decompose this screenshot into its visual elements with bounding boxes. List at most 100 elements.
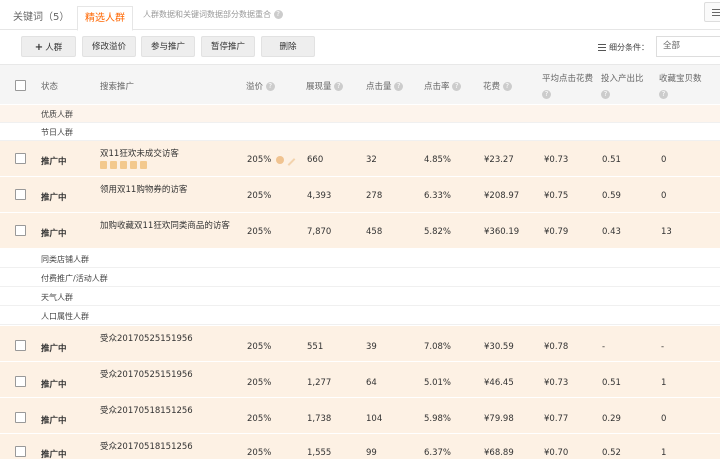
ctr-value: 4.85% bbox=[424, 155, 452, 165]
toolbar: + 人群 修改溢价 参与推广 暂停推广 删除 细分条件： 全部 bbox=[0, 30, 720, 63]
col-premium[interactable]: 溢价 ? bbox=[246, 80, 275, 92]
row-checkbox[interactable] bbox=[15, 376, 26, 387]
col-roi[interactable]: 投入产出比? bbox=[601, 72, 644, 99]
impressions-value: 4,393 bbox=[307, 191, 332, 201]
help-icon[interactable]: ? bbox=[502, 82, 512, 91]
col-premium-label: 溢价 bbox=[246, 82, 264, 92]
help-icon[interactable]: ? bbox=[601, 90, 610, 99]
col-search: 搜索推广 bbox=[100, 82, 135, 92]
roi-value: 0.52 bbox=[602, 448, 621, 458]
modify-bid-button[interactable]: 修改溢价 bbox=[82, 36, 136, 57]
help-icon[interactable]: ? bbox=[273, 10, 283, 19]
help-icon[interactable]: ? bbox=[659, 90, 668, 99]
help-icon[interactable]: ? bbox=[265, 82, 275, 91]
table-row: 推广中 受众20170518151256 205% 1,555 99 6.37%… bbox=[0, 434, 720, 460]
clicks-value: 39 bbox=[366, 342, 377, 352]
cost-value: ¥208.97 bbox=[484, 191, 520, 201]
avg-cpc-value: ¥0.70 bbox=[544, 448, 569, 458]
user-icon[interactable] bbox=[276, 156, 284, 164]
col-cost[interactable]: 花费 ? bbox=[483, 80, 512, 92]
delete-button[interactable]: 删除 bbox=[261, 36, 315, 57]
col-impressions-label: 展现量 bbox=[306, 82, 332, 92]
impressions-value: 1,277 bbox=[307, 378, 332, 388]
roi-value: 0.59 bbox=[602, 191, 621, 201]
report-icon[interactable] bbox=[100, 161, 107, 169]
tab-keywords[interactable]: 关键词（5） bbox=[6, 6, 76, 30]
col-clicks-label: 点击量 bbox=[366, 82, 392, 92]
roi-value: 0.29 bbox=[602, 414, 621, 424]
favorites-value: 0 bbox=[661, 155, 667, 165]
row-checkbox[interactable] bbox=[15, 153, 26, 164]
favorites-value: 0 bbox=[661, 414, 667, 424]
tab-selected-people[interactable]: 精选人群 bbox=[77, 6, 133, 31]
avg-cpc-value: ¥0.73 bbox=[544, 155, 569, 165]
impressions-value: 551 bbox=[307, 342, 324, 352]
group-label: 节日人群 bbox=[41, 128, 73, 137]
filter-label-text: 细分条件： bbox=[609, 43, 649, 52]
col-ctr-label: 点击率 bbox=[424, 82, 450, 92]
col-clicks[interactable]: 点击量 ? bbox=[366, 80, 404, 92]
help-icon[interactable]: ? bbox=[334, 82, 344, 91]
people-name: 受众20170518151256 bbox=[100, 406, 193, 416]
edit-icon[interactable] bbox=[287, 157, 296, 166]
row-checkbox[interactable] bbox=[15, 225, 26, 236]
row-checkbox[interactable] bbox=[15, 446, 26, 457]
favorites-value: 1 bbox=[661, 448, 667, 458]
people-name: 领用双11购物券的访客 bbox=[100, 185, 188, 195]
plus-icon: + bbox=[34, 42, 44, 53]
chart-icon[interactable] bbox=[130, 161, 137, 169]
select-all-checkbox[interactable] bbox=[15, 80, 26, 91]
file-icon[interactable] bbox=[110, 161, 117, 169]
impressions-value: 1,555 bbox=[307, 448, 332, 458]
people-name: 加购收藏双11狂欢同类商品的访客 bbox=[100, 221, 230, 231]
status-text: 推广中 bbox=[41, 229, 67, 239]
group-label: 同类店铺人群 bbox=[41, 255, 89, 264]
favorites-value: - bbox=[661, 342, 665, 352]
row-checkbox[interactable] bbox=[15, 340, 26, 351]
help-icon[interactable]: ? bbox=[452, 82, 462, 91]
favorites-value: 13 bbox=[661, 227, 672, 237]
col-cost-label: 花费 bbox=[483, 82, 501, 92]
cost-value: ¥46.45 bbox=[484, 378, 514, 388]
ctr-value: 7.08% bbox=[424, 342, 452, 352]
cost-value: ¥30.59 bbox=[484, 342, 514, 352]
group-label: 付费推广/活动人群 bbox=[41, 274, 108, 283]
copy-icon[interactable] bbox=[140, 161, 147, 169]
tab-note: 人群数据和关键词数据部分数据重合 ? bbox=[143, 9, 283, 20]
help-icon[interactable]: ? bbox=[394, 82, 404, 91]
pause-promotion-button[interactable]: 暂停推广 bbox=[201, 36, 255, 57]
table-row: 推广中 领用双11购物券的访客 205% 4,393 278 6.33% ¥20… bbox=[0, 177, 720, 213]
help-icon[interactable]: ? bbox=[542, 90, 551, 99]
add-people-button[interactable]: + 人群 bbox=[21, 36, 76, 57]
col-impressions[interactable]: 展现量 ? bbox=[306, 80, 344, 92]
menu-button[interactable] bbox=[704, 2, 720, 22]
row-checkbox[interactable] bbox=[15, 189, 26, 200]
cost-value: ¥23.27 bbox=[484, 155, 514, 165]
group-row: 节日人群 bbox=[0, 123, 720, 141]
premium-edit-icons bbox=[276, 156, 296, 167]
col-status: 状态 bbox=[41, 82, 59, 92]
favorites-value: 1 bbox=[661, 378, 667, 388]
ctr-value: 5.98% bbox=[424, 414, 452, 424]
col-favorites[interactable]: 收藏宝贝数? bbox=[659, 72, 702, 99]
join-promotion-button[interactable]: 参与推广 bbox=[141, 36, 195, 57]
roi-value: 0.43 bbox=[602, 227, 621, 237]
clicks-value: 99 bbox=[366, 448, 377, 458]
table-header: 状态 搜索推广 溢价 ? 展现量 ? 点击量 ? 点击率 ? 花费 ? 平均点击… bbox=[0, 64, 720, 104]
filter-select[interactable]: 全部 bbox=[656, 36, 720, 57]
col-avg-cpc[interactable]: 平均点击花费? bbox=[542, 72, 593, 99]
favorites-value: 0 bbox=[661, 191, 667, 201]
avg-cpc-value: ¥0.78 bbox=[544, 342, 569, 352]
tab-bar: 关键词（5） 精选人群 人群数据和关键词数据部分数据重合 ? bbox=[0, 0, 720, 31]
roi-value: - bbox=[602, 342, 606, 352]
group-label: 人口属性人群 bbox=[41, 312, 89, 321]
clicks-value: 32 bbox=[366, 155, 377, 165]
doc-icon[interactable] bbox=[120, 161, 127, 169]
premium-value: 205% bbox=[247, 342, 272, 352]
avg-cpc-value: ¥0.77 bbox=[544, 414, 569, 424]
people-name: 受众20170518151256 bbox=[100, 442, 193, 452]
row-checkbox[interactable] bbox=[15, 412, 26, 423]
col-ctr[interactable]: 点击率 ? bbox=[424, 80, 462, 92]
people-name: 受众20170525151956 bbox=[100, 334, 193, 344]
col-avg-cpc-label: 平均点击花费 bbox=[542, 74, 594, 84]
